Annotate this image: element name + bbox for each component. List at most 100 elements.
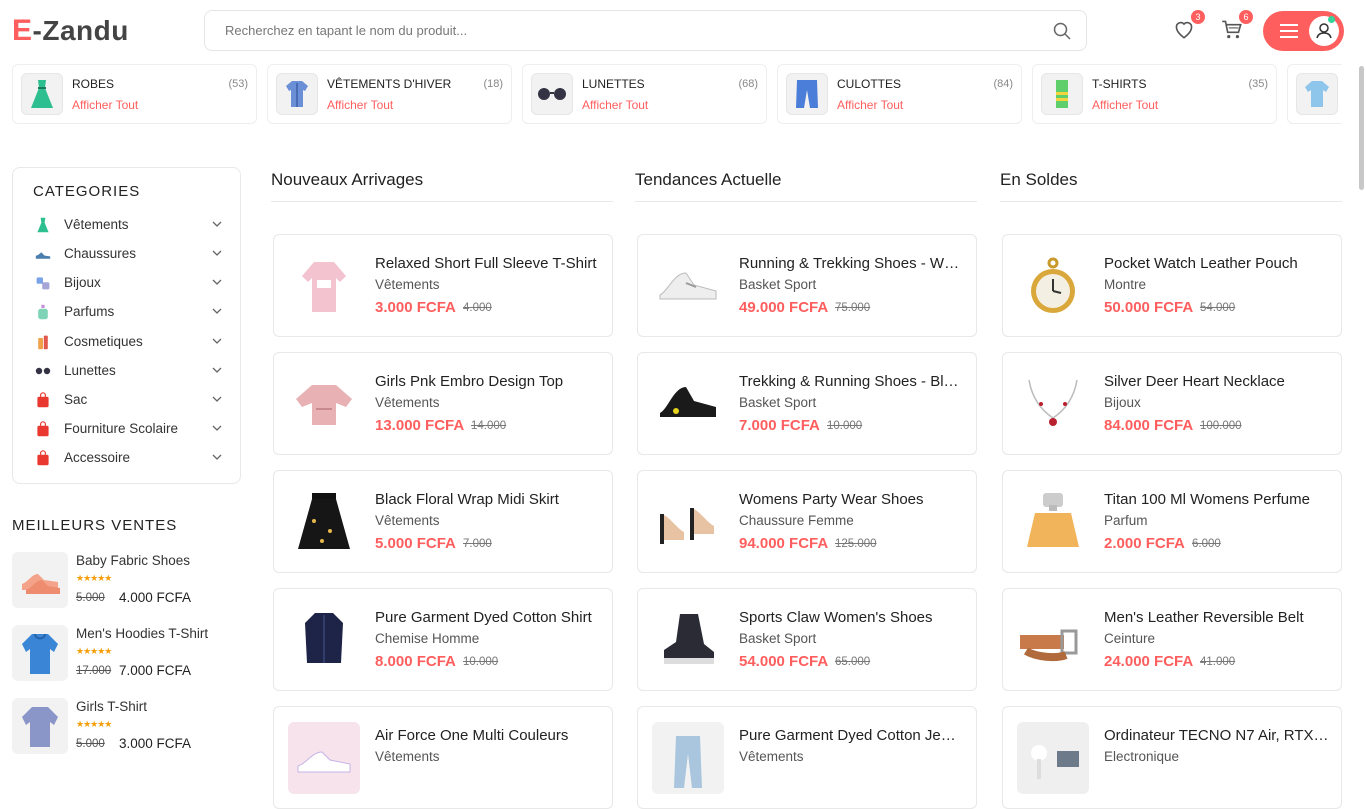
product-category: Bijoux <box>1104 395 1141 410</box>
sidebar-title: CATEGORIES <box>33 183 141 200</box>
chevron-down-icon[interactable] <box>211 276 223 288</box>
view-all-link[interactable]: Afficher Tout <box>1092 98 1158 112</box>
logo[interactable]: E -Zandu <box>12 14 129 48</box>
product-category: Chaussure Femme <box>739 513 854 528</box>
bestseller-item[interactable]: Girls T-Shirt ★★★★★ 5.000 3.000 FCFA <box>12 698 232 760</box>
chevron-down-icon[interactable] <box>211 393 223 405</box>
product-name: Sports Claw Women's Shoes <box>739 609 933 626</box>
product-old-price: 7.000 <box>463 538 492 550</box>
shirt-image <box>288 604 360 676</box>
product-card[interactable]: Pure Garment Dyed Cotton Shirt Chemise H… <box>273 588 613 691</box>
product-category: Chemise Homme <box>375 631 480 646</box>
product-category: Vêtements <box>375 277 440 292</box>
logo-prefix: E <box>12 14 33 47</box>
sidebar-item-accessoire[interactable]: Accessoire <box>33 447 223 469</box>
category-count: (18) <box>483 78 503 90</box>
jewelry-icon <box>36 277 50 290</box>
search-icon[interactable] <box>1052 21 1072 41</box>
category-name: T-SHIRTS <box>1092 77 1147 91</box>
bestsellers-title: MEILLEURS VENTES <box>12 517 178 534</box>
product-card[interactable]: Sports Claw Women's Shoes Basket Sport 5… <box>637 588 977 691</box>
chevron-down-icon[interactable] <box>211 364 223 376</box>
bestseller-item[interactable]: Baby Fabric Shoes ★★★★★ 5.000 4.000 FCFA <box>12 552 232 614</box>
pants-icon <box>786 73 828 115</box>
sidebar-item-cosmetiques[interactable]: Cosmetiques <box>33 331 223 353</box>
glasses-icon <box>531 73 573 115</box>
product-old-price: 54.000 <box>1200 302 1236 314</box>
glasses-icon <box>35 367 51 375</box>
chevron-down-icon[interactable] <box>211 305 223 317</box>
product-card[interactable]: Pure Garment Dyed Cotton Jeans Vêtements <box>637 706 977 809</box>
product-price: 24.000 FCFA <box>1104 653 1194 670</box>
product-name: Trekking & Running Shoes - Black <box>739 373 964 390</box>
view-all-link[interactable]: Afficher Tout <box>327 98 393 112</box>
sidebar-item-chaussures[interactable]: Chaussures <box>33 243 223 265</box>
wishlist-button[interactable]: 3 <box>1171 10 1205 44</box>
column-on-sale: En Soldes Pocket Watch Leather Pouch Mon… <box>1000 167 1342 809</box>
product-card[interactable]: Black Floral Wrap Midi Skirt Vêtements 5… <box>273 470 613 573</box>
cart-button[interactable]: 6 <box>1219 10 1253 44</box>
sidebar-item-fourniture-scolaire[interactable]: Fourniture Scolaire <box>33 418 223 440</box>
old-price: 17.000 <box>76 665 112 677</box>
product-name: Pure Garment Dyed Cotton Shirt <box>375 609 592 626</box>
chevron-down-icon[interactable] <box>211 218 223 230</box>
hoodie-image <box>12 625 68 681</box>
chevron-down-icon[interactable] <box>211 247 223 259</box>
product-card[interactable]: Men's Leather Reversible Belt Ceinture 2… <box>1002 588 1342 691</box>
product-price: 5.000 FCFA <box>375 535 456 552</box>
category-card[interactable]: ROBES (53) Afficher Tout <box>12 64 257 124</box>
bestseller-item[interactable]: Men's Hoodies T-Shirt ★★★★★ 17.000 7.000… <box>12 625 232 687</box>
sidebar-item-label: Cosmetiques <box>64 334 143 349</box>
category-card[interactable]: VÊTEMENTS D'HIVER (18) Afficher Tout <box>267 64 512 124</box>
product-card[interactable]: Pocket Watch Leather Pouch Montre 50.000… <box>1002 234 1342 337</box>
product-category: Parfum <box>1104 513 1148 528</box>
view-all-link[interactable]: Afficher Tout <box>72 98 138 112</box>
sidebar-item-vetements[interactable]: Vêtements <box>33 214 223 236</box>
sidebar-item-bijoux[interactable]: Bijoux <box>33 272 223 294</box>
product-card[interactable]: Ordinateur TECNO N7 Air, RTX 3050 Electr… <box>1002 706 1342 809</box>
basketball-shoe-image <box>652 604 724 676</box>
product-card[interactable]: Silver Deer Heart Necklace Bijoux 84.000… <box>1002 352 1342 455</box>
sidebar-item-lunettes[interactable]: Lunettes <box>33 360 223 382</box>
product-old-price: 125.000 <box>835 538 877 550</box>
category-name: CULOTTES <box>837 77 902 91</box>
sidebar-item-label: Fourniture Scolaire <box>64 421 179 436</box>
dress-icon <box>21 73 63 115</box>
category-card[interactable]: T-SHIRTS (35) Afficher Tout <box>1032 64 1277 124</box>
search-input[interactable] <box>205 11 1025 50</box>
chevron-down-icon[interactable] <box>211 422 223 434</box>
product-card[interactable]: Titan 100 Ml Womens Perfume Parfum 2.000… <box>1002 470 1342 573</box>
sneaker-image <box>288 722 360 794</box>
view-all-link[interactable]: Afficher Tout <box>582 98 648 112</box>
product-card[interactable]: Girls Pnk Embro Design Top Vêtements 13.… <box>273 352 613 455</box>
old-price: 5.000 <box>76 738 105 750</box>
product-name: Ordinateur TECNO N7 Air, RTX 3050 <box>1104 727 1329 744</box>
pocket-watch-image <box>1017 250 1089 322</box>
product-card[interactable]: Relaxed Short Full Sleeve T-Shirt Vêteme… <box>273 234 613 337</box>
account-menu-button[interactable] <box>1263 11 1344 51</box>
shirt-icon <box>1296 73 1338 115</box>
category-card[interactable]: CULOTTES (84) Afficher Tout <box>777 64 1022 124</box>
sidebar-item-parfums[interactable]: Parfums <box>33 301 223 323</box>
product-category: Vêtements <box>375 749 440 764</box>
product-card[interactable]: Trekking & Running Shoes - Black Basket … <box>637 352 977 455</box>
chevron-down-icon[interactable] <box>211 335 223 347</box>
category-strip: ROBES (53) Afficher Tout VÊTEMENTS D'HIV… <box>12 64 1342 124</box>
product-price: 2.000 FCFA <box>1104 535 1185 552</box>
category-card[interactable]: LUNETTES (68) Afficher Tout <box>522 64 767 124</box>
product-card[interactable]: Womens Party Wear Shoes Chaussure Femme … <box>637 470 977 573</box>
view-all-link[interactable]: Afficher Tout <box>837 98 903 112</box>
category-card[interactable] <box>1287 64 1342 124</box>
product-card[interactable]: Running & Trekking Shoes - White Basket … <box>637 234 977 337</box>
categories-sidebar: CATEGORIES Vêtements Chaussures Bijoux P… <box>12 167 241 484</box>
sidebar-item-label: Vêtements <box>64 217 129 232</box>
bag-icon <box>37 450 49 466</box>
product-card[interactable]: Air Force One Multi Couleurs Vêtements <box>273 706 613 809</box>
chevron-down-icon[interactable] <box>211 451 223 463</box>
product-old-price: 100.000 <box>1200 420 1242 432</box>
bag-icon <box>37 392 49 408</box>
column-title: Nouveaux Arrivages <box>271 167 613 202</box>
sidebar-item-label: Parfums <box>64 304 115 319</box>
page-scrollbar[interactable] <box>1359 66 1364 190</box>
sidebar-item-sac[interactable]: Sac <box>33 389 223 411</box>
